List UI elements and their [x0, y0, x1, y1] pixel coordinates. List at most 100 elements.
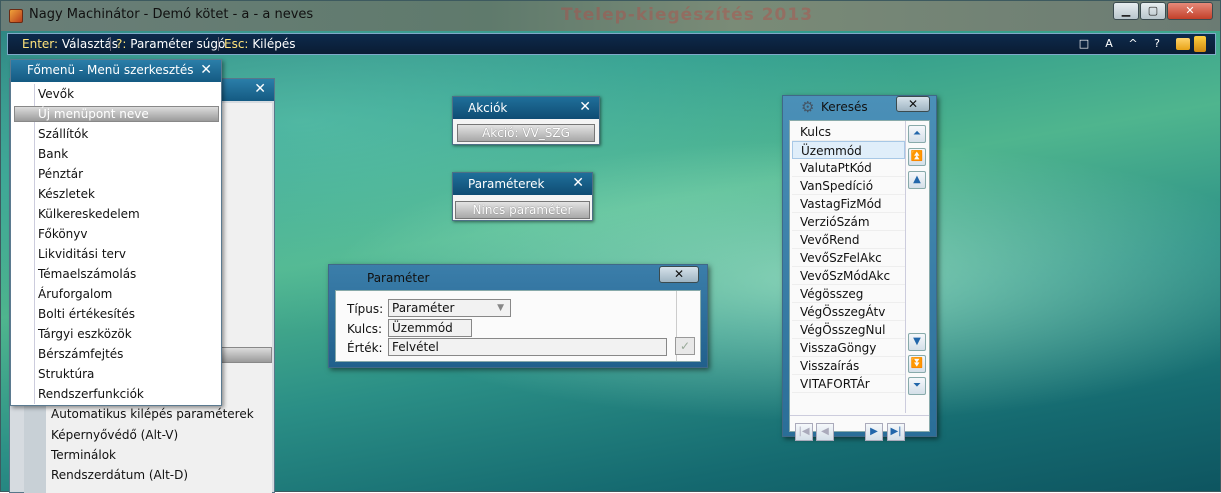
next-page-icon[interactable]: ▶ [865, 423, 883, 441]
dialog-title: Paraméter [367, 271, 430, 285]
page-down-icon[interactable]: ⏬ [908, 355, 926, 373]
app-icon [9, 9, 23, 23]
last-page-icon[interactable]: ▶| [887, 423, 905, 441]
selection-bar [220, 347, 272, 363]
menu-item-label: Struktúra [38, 367, 95, 381]
scroll-top-icon[interactable]: ⏶ [908, 125, 926, 143]
search-list-item[interactable]: Üzemmód [792, 141, 905, 159]
gear-icon: ⚙ [801, 98, 815, 116]
prev-page-icon[interactable]: ◀ [816, 423, 834, 441]
kulcs-field[interactable]: Üzemmód [388, 319, 472, 337]
help-icon[interactable]: ? [1149, 36, 1165, 52]
list-item[interactable]: Képernyővédő (Alt-V) [51, 428, 178, 442]
maximize-button[interactable]: ▢ [1140, 2, 1166, 20]
list-item[interactable]: Terminálok [51, 448, 116, 462]
dialog-close-button[interactable]: ✕ [659, 266, 699, 283]
menu-item[interactable]: Új menüpont neve [11, 104, 221, 124]
menu-item[interactable]: Bérszámfejtés [11, 344, 221, 364]
search-list-item[interactable]: ValutaPtKód [792, 159, 905, 177]
search-list-item[interactable]: VanSpedíció [792, 177, 905, 195]
menu-item[interactable]: Témaelszámolás [11, 264, 221, 284]
akcio-title: Akciók [468, 101, 508, 115]
menu-item[interactable]: Külkereskedelem [11, 204, 221, 224]
scroll-up-icon[interactable]: ▲ [908, 171, 926, 189]
window-title: Nagy Machinátor - Demó kötet - a - a nev… [29, 7, 314, 22]
tipus-select[interactable]: Paraméter ▼ [388, 299, 511, 317]
menu-item-label: Új menüpont neve [38, 107, 149, 121]
hint-key: Esc: [224, 37, 249, 51]
search-list-item[interactable]: VITAFORTÁr [792, 375, 905, 393]
menu-item-label: Szállítók [38, 127, 89, 141]
close-icon[interactable]: ✕ [579, 99, 591, 115]
search-panel: ⚙ Keresés ✕ Kulcs Üzemmód ValutaPtKód VanSp… [782, 95, 937, 441]
menu-item-label: Külkereskedelem [38, 207, 140, 221]
menu-item[interactable]: Bolti értékesítés [11, 304, 221, 324]
menu-item-label: Rendszerfunkciók [38, 387, 144, 401]
close-icon[interactable]: ✕ [254, 81, 266, 97]
close-icon[interactable]: ✕ [200, 62, 212, 78]
menu-item-label: Bank [38, 147, 69, 161]
font-icon[interactable]: A [1101, 36, 1117, 52]
menu-item-label: Vevők [38, 87, 75, 101]
search-list-item[interactable]: Visszaírás [792, 357, 905, 375]
search-list-item[interactable]: VevőSzFelAkc [792, 249, 905, 267]
menu-item[interactable]: Bank [11, 144, 221, 164]
confirm-check-icon[interactable]: ✓ [675, 337, 695, 355]
menu-item[interactable]: Áruforgalom [11, 284, 221, 304]
scroll-down-icon[interactable]: ▼ [908, 333, 926, 351]
hint-label: Kilépés [252, 37, 296, 51]
search-list-item[interactable]: Kulcs [792, 123, 905, 141]
scroll-bottom-icon[interactable]: ⏷ [908, 377, 926, 395]
database-icon[interactable] [1194, 36, 1206, 52]
search-list-item[interactable]: VégÖsszegNul [792, 321, 905, 339]
parameterek-field[interactable]: Nincs paraméter [455, 201, 590, 219]
hint-enter[interactable]: Enter: Választás [22, 37, 118, 51]
search-list-item[interactable]: VisszaGöngy [792, 339, 905, 357]
window-titlebar: Nagy Machinátor - Demó kötet - a - a nev… [1, 1, 1220, 31]
menu-item[interactable]: Likviditási terv [11, 244, 221, 264]
akcio-field[interactable]: Akció: VV_SZG [457, 124, 595, 142]
parameter-dialog: Paraméter ✕ Típus: Paraméter ▼ Kulcs: Üze… [328, 264, 708, 368]
menu-item[interactable]: Tárgyi eszközök [11, 324, 221, 344]
menu-item-label: Tárgyi eszközök [38, 327, 132, 341]
search-list-item[interactable]: VevőSzMódAkc [792, 267, 905, 285]
menu-item[interactable]: Főkönyv [11, 224, 221, 244]
search-list-item[interactable]: Végösszeg [792, 285, 905, 303]
hint-escape[interactable]: Esc: Kilépés [224, 37, 295, 51]
ertek-field[interactable]: Felvétel [388, 338, 667, 356]
list-item[interactable]: Rendszerdátum (Alt-D) [51, 468, 188, 482]
background-watermark: Ttelep-kiegészítés 2013 [561, 5, 814, 25]
search-list-item[interactable]: VastagFizMód [792, 195, 905, 213]
menu-item[interactable]: Rendszerfunkciók [11, 384, 221, 404]
folder-icon[interactable] [1176, 38, 1190, 50]
hint-toolbar: Enter: Választás ?: Paraméter súgó Esc: … [7, 33, 1216, 55]
menu-title: Főmenü - Menü szerkesztés [27, 63, 194, 77]
menu-item[interactable]: Pénztár [11, 164, 221, 184]
first-page-icon[interactable]: |◀ [795, 423, 813, 441]
close-icon[interactable]: ✕ [572, 175, 584, 191]
search-list-item[interactable]: VevőRend [792, 231, 905, 249]
menu-item[interactable]: Készletek [11, 184, 221, 204]
close-button[interactable]: ✕ [1167, 2, 1213, 20]
akcio-panel: Akciók ✕ Akció: VV_SZG [452, 96, 600, 145]
menu-item-label: Készletek [38, 187, 95, 201]
tipus-value: Paraméter [392, 301, 455, 315]
hint-help[interactable]: ?: Paraméter súgó [116, 37, 225, 51]
menu-list: Vevők Új menüpont neve Szállítók Bank Pénztá… [11, 84, 221, 404]
kulcs-label: Kulcs: [347, 322, 383, 336]
hint-label: Paraméter súgó [130, 37, 226, 51]
chevron-down-icon: ▼ [497, 303, 504, 313]
list-item[interactable]: Automatikus kilépés paraméterek [51, 407, 254, 421]
up-icon[interactable]: ^ [1125, 36, 1141, 52]
menu-item[interactable]: Vevők [11, 84, 221, 104]
search-list-item[interactable]: VerzióSzám [792, 213, 905, 231]
menu-item-label: Likviditási terv [38, 247, 126, 261]
window-mode-icon[interactable]: □ [1076, 36, 1092, 52]
minimize-button[interactable]: ▁ [1113, 2, 1139, 20]
search-close-button[interactable]: ✕ [896, 96, 930, 112]
page-up-icon[interactable]: ⏫ [908, 148, 926, 166]
menu-item[interactable]: Struktúra [11, 364, 221, 384]
search-list-item[interactable]: VégÖsszegÁtv [792, 303, 905, 321]
menu-item-label: Pénztár [38, 167, 84, 181]
menu-item[interactable]: Szállítók [11, 124, 221, 144]
